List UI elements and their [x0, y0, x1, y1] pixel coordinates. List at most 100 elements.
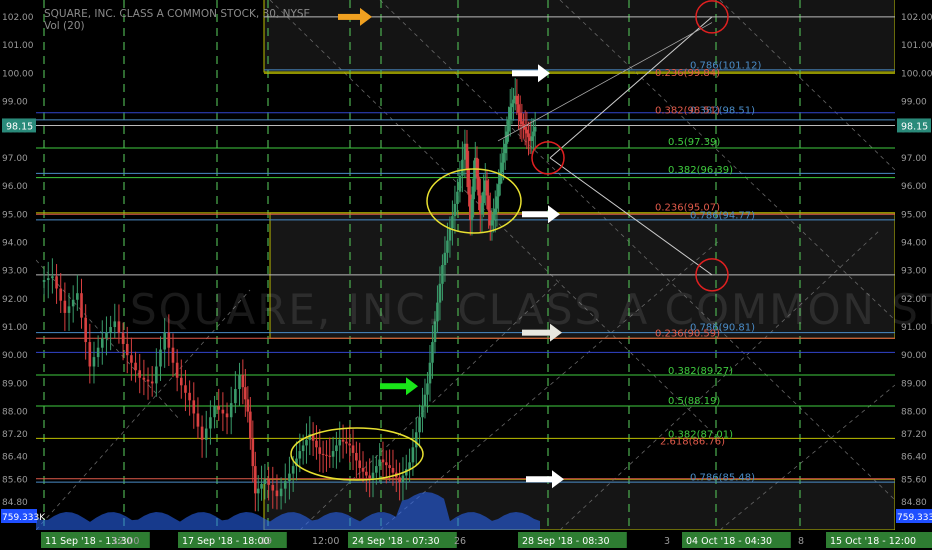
candle-body: [512, 99, 515, 104]
candle-body: [456, 191, 459, 204]
left-axis-tick: 85.60: [2, 475, 28, 485]
candle-body: [523, 126, 527, 130]
candle-body: [163, 332, 166, 350]
candle-body: [355, 452, 358, 461]
candle-body: [213, 405, 216, 418]
candle-body: [345, 441, 348, 444]
time-axis-label: 28 Sep '18 - 08:30: [522, 536, 610, 547]
candle-body: [428, 362, 432, 384]
candle-body: [358, 460, 361, 468]
candle-body: [414, 432, 418, 448]
candle-body: [381, 459, 385, 463]
candle-body: [59, 288, 63, 301]
candle-body: [431, 342, 434, 363]
candle-body: [502, 153, 505, 163]
price-chart[interactable]: 0.786(101.12)0.236(99.84)0.382(98.51)0.3…: [0, 0, 932, 550]
candle-body: [500, 162, 504, 172]
candle-body: [493, 208, 497, 215]
candle-body: [530, 136, 534, 141]
candle-body: [443, 252, 447, 265]
candle-body: [167, 332, 171, 348]
candle-body: [398, 477, 401, 483]
candle-body: [301, 445, 305, 452]
candle-body: [485, 180, 489, 196]
candle-body: [92, 357, 96, 367]
candle-body: [229, 403, 233, 418]
candle-body: [42, 280, 46, 282]
candle-body: [365, 471, 368, 476]
right-axis-tick: 88.00: [901, 408, 927, 418]
candle-body: [113, 321, 117, 328]
left-axis-tick: 92.00: [2, 295, 28, 305]
candle-body: [520, 121, 524, 125]
candle-body: [518, 112, 522, 122]
candle-body: [532, 131, 535, 137]
fib-level-label: 0.382(89.27): [668, 366, 733, 377]
candle-body: [418, 417, 421, 433]
candle-body: [533, 126, 537, 132]
right-axis-tick: 93.00: [901, 267, 927, 277]
fib-level-label: 0.5(97.39): [668, 137, 720, 148]
candle-body: [338, 439, 342, 446]
left-axis-tick: 102.00: [2, 13, 34, 23]
left-axis-tick: 100.00: [2, 69, 34, 79]
candle-body: [283, 481, 287, 489]
candle-body: [244, 387, 247, 400]
candle-body: [88, 342, 92, 367]
candle-body: [335, 445, 338, 452]
candle-body: [510, 103, 514, 108]
time-axis-label: 8: [798, 536, 804, 547]
candle-body: [477, 176, 480, 196]
candle-body: [325, 454, 328, 456]
candle-body: [453, 203, 457, 217]
candle-body: [192, 400, 196, 414]
right-axis-tick: 87.20: [901, 430, 927, 440]
candle-body: [76, 293, 79, 300]
candle-body: [423, 394, 427, 406]
right-axis-tick: 97.00: [901, 154, 927, 164]
fib-level-label: 0.786(94.77): [690, 211, 755, 222]
candle-body: [256, 488, 260, 494]
candle-body: [100, 338, 104, 348]
candle-body: [267, 479, 270, 485]
candle-body: [125, 343, 129, 356]
right-axis-tick: 90.00: [901, 351, 927, 361]
fib-level-label: 0.382(96.39): [668, 165, 733, 176]
candle-body: [515, 95, 519, 105]
candle-body: [492, 214, 495, 220]
left-axis-tick: 89.00: [2, 379, 28, 389]
fib-level-label: 0.382(98.51): [655, 105, 720, 116]
candle-body: [204, 428, 208, 440]
candle-body: [475, 157, 479, 177]
candle-body: [249, 411, 252, 439]
left-axis-tick: 96.00: [2, 182, 28, 192]
current-price-value-left: 98.15: [6, 121, 33, 132]
candle-body: [200, 426, 204, 440]
candle-body: [490, 219, 494, 226]
candle-body: [238, 374, 241, 390]
candle-body: [472, 178, 475, 200]
candle-body: [503, 143, 507, 154]
left-axis-tick: 84.80: [2, 498, 28, 508]
candle-body: [180, 377, 183, 386]
candle-body: [142, 377, 146, 380]
right-axis-tick: 100.00: [901, 69, 932, 79]
time-axis-label: 17 Sep '18 - 18:00: [182, 536, 270, 547]
chart-legend: SQUARE, INC. CLASS A COMMON STOCK, 30, N…: [44, 8, 310, 32]
time-axis-label: 12:00: [312, 536, 339, 547]
candle-body: [527, 133, 530, 138]
current-price-value-right: 98.15: [901, 121, 928, 132]
candle-body: [105, 332, 108, 339]
candle-body: [351, 445, 355, 453]
candle-body: [109, 327, 112, 333]
candle-body: [331, 451, 335, 457]
candle-body: [96, 347, 100, 358]
candle-body: [482, 191, 485, 203]
orange-arrow-shaft: [338, 13, 362, 20]
right-axis-tick: 84.80: [901, 498, 927, 508]
candle-body: [470, 199, 474, 220]
left-axis-tick: 90.00: [2, 351, 28, 361]
candle-body: [467, 169, 470, 195]
candle-body: [451, 216, 454, 229]
candle-body: [188, 392, 191, 401]
